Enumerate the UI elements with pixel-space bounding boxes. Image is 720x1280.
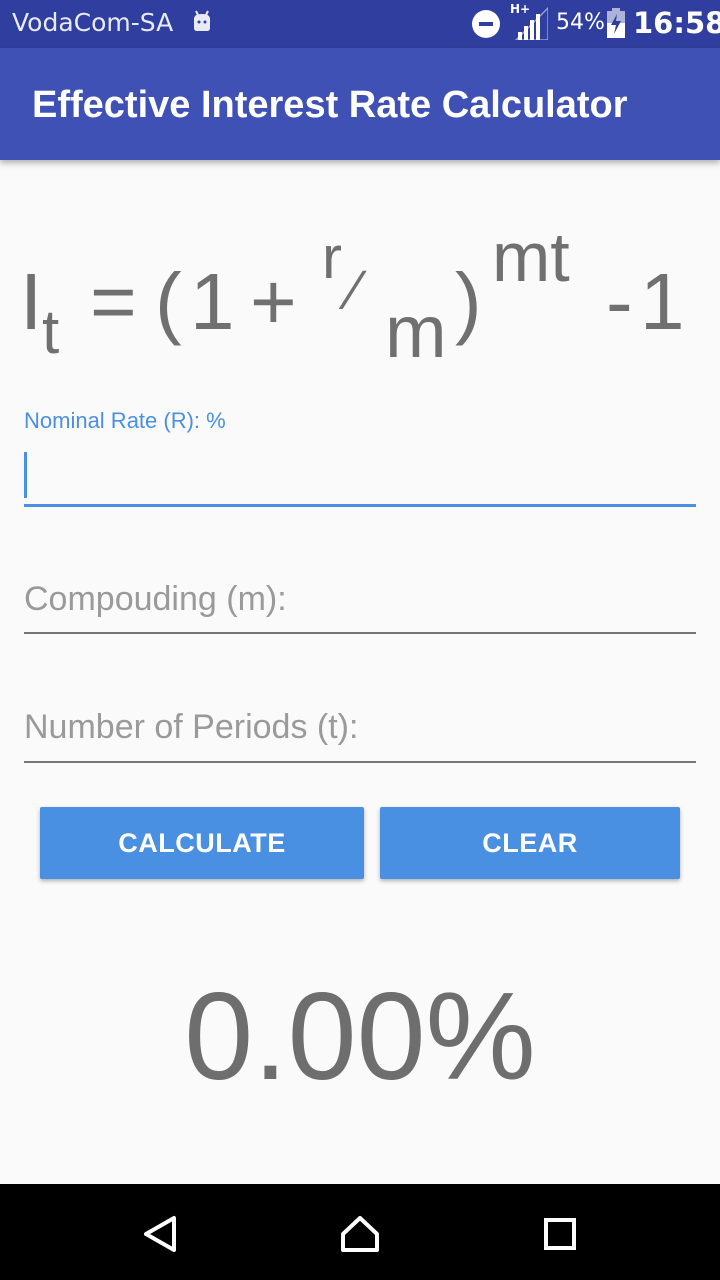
app-title: Effective Interest Rate Calculator — [32, 84, 628, 126]
formula-I: I — [20, 257, 43, 346]
formula-m: m — [385, 290, 447, 373]
clear-button[interactable]: CLEAR — [380, 807, 680, 879]
signal-icon — [514, 6, 548, 40]
android-notification-icon — [194, 10, 210, 31]
nominal-rate-field[interactable] — [24, 450, 696, 507]
formula-equals: = — [90, 257, 137, 346]
do-not-disturb-icon — [472, 10, 500, 38]
carrier-name: VodaCom-SA — [12, 8, 174, 37]
formula-one-end: 1 — [640, 257, 685, 346]
formula-close-paren: ) — [455, 257, 482, 346]
app-bar: Effective Interest Rate Calculator — [0, 48, 720, 160]
periods-input[interactable] — [24, 708, 696, 747]
formula-exponent: mt — [492, 218, 570, 296]
compounding-input[interactable] — [24, 580, 696, 619]
formula-t-subscript: t — [42, 298, 60, 367]
navigation-bar — [0, 1184, 720, 1280]
calculate-button[interactable]: CALCULATE — [40, 807, 364, 879]
periods-field[interactable] — [24, 708, 696, 763]
formula-one: 1 — [190, 257, 235, 346]
formula-r: r — [322, 224, 342, 291]
text-cursor — [24, 452, 27, 498]
back-icon[interactable] — [140, 1214, 180, 1254]
recent-apps-icon[interactable] — [540, 1214, 580, 1254]
status-bar: VodaCom-SA H+ 54% 16:58 — [0, 0, 720, 48]
battery-charging-icon — [607, 8, 625, 38]
battery-percent: 54% — [556, 10, 605, 35]
formula-slash: ⁄ — [350, 258, 360, 321]
formula-display: I t = ( 1 + r ⁄ m ) mt - 1 — [0, 210, 720, 390]
formula-plus: + — [250, 257, 297, 346]
formula-minus: - — [606, 257, 633, 346]
nominal-rate-input[interactable] — [24, 450, 696, 489]
result-value: 0.00% — [184, 968, 536, 1106]
compounding-field[interactable] — [24, 580, 696, 634]
clock: 16:58 — [633, 6, 720, 40]
home-icon[interactable] — [340, 1214, 380, 1254]
nominal-rate-label: Nominal Rate (R): % — [24, 408, 226, 433]
formula-open-paren: ( — [155, 257, 182, 346]
